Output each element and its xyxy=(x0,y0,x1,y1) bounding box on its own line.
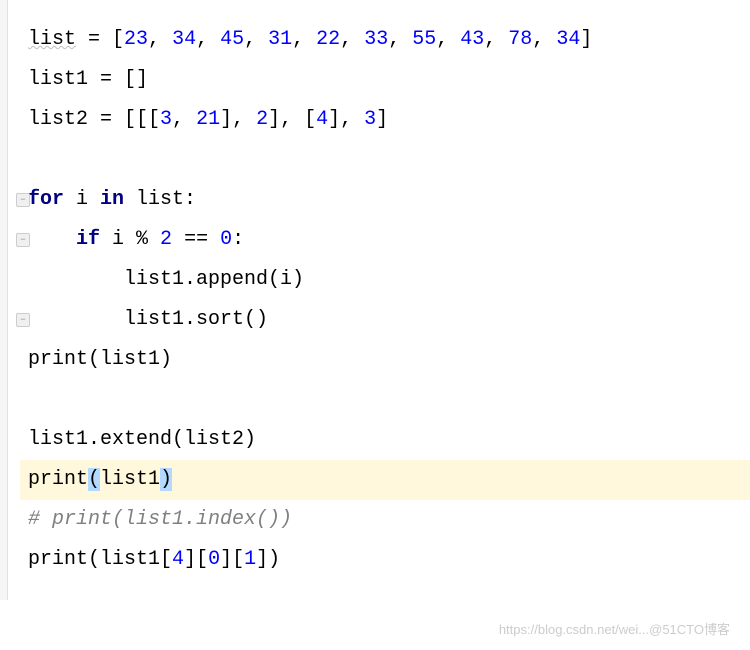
fold-icon[interactable]: − xyxy=(16,313,30,327)
code-line[interactable] xyxy=(20,140,750,180)
code-line[interactable]: −for i in list: xyxy=(20,180,750,220)
code-line[interactable] xyxy=(20,380,750,420)
watermark: https://blog.csdn.net/wei...@51CTO博客 xyxy=(499,619,730,638)
code-line[interactable]: list1 = [] xyxy=(20,60,750,100)
code-line[interactable]: list = [23, 34, 45, 31, 22, 33, 55, 43, … xyxy=(20,20,750,60)
fold-icon[interactable]: − xyxy=(16,193,30,207)
code-line[interactable]: list1.extend(list2) xyxy=(20,420,750,460)
matched-bracket: ) xyxy=(160,468,172,491)
code-line-current[interactable]: print(list1) xyxy=(20,460,750,500)
comment: # print(list1.index()) xyxy=(28,508,292,531)
code-line[interactable]: − list1.sort() xyxy=(20,300,750,340)
code-line[interactable]: print(list1[4][0][1]) xyxy=(20,540,750,580)
fold-icon[interactable]: − xyxy=(16,233,30,247)
code-line[interactable]: list1.append(i) xyxy=(20,260,750,300)
gutter xyxy=(0,0,8,600)
code-line[interactable]: # print(list1.index()) xyxy=(20,500,750,540)
code-line[interactable]: print(list1) xyxy=(20,340,750,380)
matched-bracket: ( xyxy=(88,468,100,491)
code-editor: list = [23, 34, 45, 31, 22, 33, 55, 43, … xyxy=(0,0,750,600)
var-name: list xyxy=(28,28,76,51)
code-line[interactable]: − if i % 2 == 0: xyxy=(20,220,750,260)
code-line[interactable]: list2 = [[[3, 21], 2], [4], 3] xyxy=(20,100,750,140)
